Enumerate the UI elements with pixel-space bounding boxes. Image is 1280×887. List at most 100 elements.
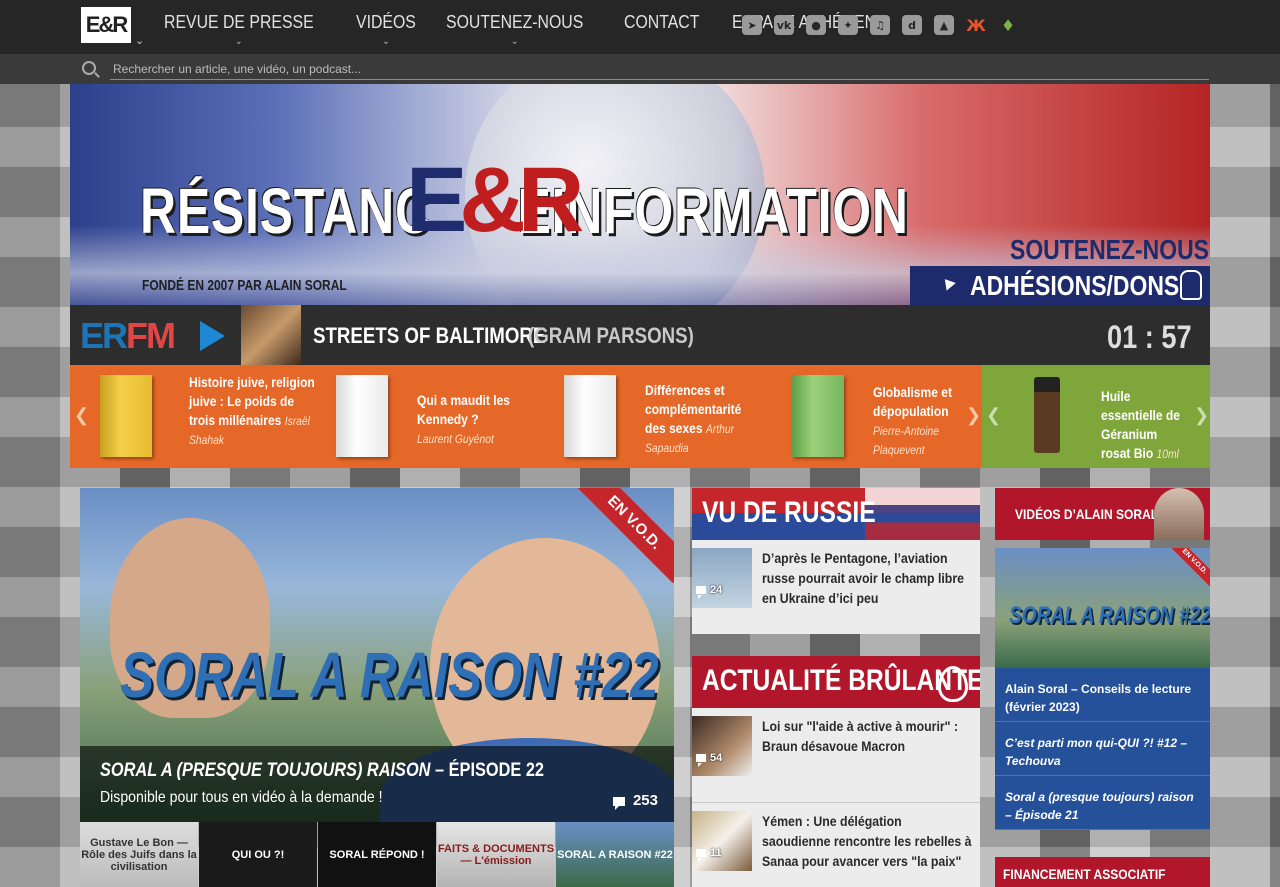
banner-subtitle: FONDÉ EN 2007 PAR ALAIN SORAL — [142, 277, 347, 294]
nav-videos[interactable]: VIDÉOS ⌄ — [356, 12, 416, 47]
comment-icon — [696, 586, 706, 599]
vk-icon[interactable]: vk — [774, 15, 794, 35]
nav-revue-de-presse[interactable]: REVUE DE PRESSE ⌄ — [164, 12, 314, 47]
video-thumbnail[interactable]: FAITS & DOCUMENTS — L'émission — [437, 822, 555, 887]
track-title: STREETS OF BALTIMORE — [313, 323, 546, 348]
russia-header[interactable]: VU DE RUSSIE — [692, 488, 980, 540]
chevron-right-icon[interactable]: ❯ — [966, 405, 981, 426]
chevron-down-icon[interactable]: ⌄ — [135, 34, 144, 47]
soral-videos-section: VIDÉOS D’ALAIN SORAL SORAL A RAISON #22 … — [995, 488, 1210, 830]
soral-videos-header[interactable]: VIDÉOS D’ALAIN SORAL — [995, 488, 1210, 540]
hot-news-section: ACTUALITÉ BRÛLANTE 54 Loi sur "l'aide à … — [692, 656, 980, 887]
book-cover — [336, 375, 388, 457]
comment-icon — [612, 797, 625, 810]
video-thumbnail[interactable]: SORAL RÉPOND ! — [318, 822, 436, 887]
nav-contact[interactable]: CONTACT — [624, 12, 699, 33]
carousel-item[interactable]: Huile essentielle de Géranium rosat Bio … — [1034, 365, 1194, 468]
chevron-down-icon: ⌄ — [382, 36, 390, 47]
author-portrait — [1154, 488, 1204, 540]
donate-button[interactable]: ADHÉSIONS/DONS — [910, 266, 1210, 305]
chevron-right-icon[interactable]: ❯ — [1194, 405, 1209, 426]
book-cover — [564, 375, 616, 457]
track-timer: 01 : 57 — [1107, 319, 1192, 355]
social-links: ➤ vk ● ✦ ♫ d ▲ Ж ♦ — [742, 15, 1018, 35]
carousel-item-title: Globalisme et dépopulation Pierre-Antoine… — [873, 384, 952, 457]
banner-er-logo: E&R — [406, 149, 584, 251]
news-title[interactable]: D’après le Pentagone, l’aviation russe p… — [762, 548, 973, 608]
video-thumbnail[interactable]: SORAL A RAISON #22 — [556, 822, 674, 887]
track-artist: (GRAM PARSONS) — [528, 323, 694, 348]
hot-news-header[interactable]: ACTUALITÉ BRÛLANTE — [692, 656, 980, 708]
news-image — [692, 548, 752, 608]
carousel-item[interactable]: Qui a maudit les Kennedy ? Laurent Guyéno… — [336, 365, 546, 468]
comment-icon — [696, 754, 706, 767]
carousel-item[interactable]: Différences et complémentarité des sexes… — [564, 365, 774, 468]
feature-caption: SORAL A (PRESQUE TOUJOURS) RAISON – ÉPIS… — [80, 746, 674, 822]
video-thumbnail[interactable]: QUI OU ?! — [199, 822, 317, 887]
chevron-down-icon: ⌄ — [235, 36, 243, 47]
comment-count[interactable]: 253 — [612, 792, 658, 810]
odysee-icon[interactable]: ● — [806, 15, 826, 35]
shop-carousel: ❮ Histoire juive, religion juive : Le po… — [70, 365, 1210, 468]
financing-header[interactable]: FINANCEMENT ASSOCIATIF — [995, 857, 1210, 887]
carousel-item-title: Huile essentielle de Géranium rosat Bio … — [1101, 388, 1180, 461]
soral-video-link[interactable]: Alain Soral – Conseils de lecture (févri… — [995, 668, 1210, 722]
financing-title: FINANCEMENT ASSOCIATIF — [1003, 866, 1166, 882]
album-cover — [241, 305, 301, 365]
gab-icon[interactable]: ✦ — [838, 15, 858, 35]
book-cover — [100, 375, 152, 457]
radio-player: ERFM STREETS OF BALTIMORE (GRAM PARSONS)… — [70, 305, 1210, 365]
brave-icon[interactable]: ▲ — [934, 15, 954, 35]
news-item[interactable]: 24 D’après le Pentagone, l’aviation russ… — [692, 540, 980, 630]
news-image — [692, 811, 752, 871]
carousel-item[interactable]: Globalisme et dépopulation Pierre-Antoine… — [792, 365, 992, 468]
oil-vial — [1034, 377, 1060, 453]
top-navigation: E&R ⌄ REVUE DE PRESSE ⌄ VIDÉOS ⌄ SOUTENEZ-… — [0, 0, 1280, 54]
comment-count: 11 — [696, 847, 722, 862]
nav-soutenez-nous[interactable]: SOUTENEZ-NOUS ⌄ — [446, 12, 583, 47]
erfm-logo[interactable]: ERFM — [80, 315, 176, 357]
comment-count: 24 — [696, 584, 722, 599]
russia-section: VU DE RUSSIE 24 D’après le Pentagone, l’… — [692, 488, 980, 634]
fire-icon — [938, 666, 968, 702]
search-bar — [0, 54, 1280, 84]
banner-support-text[interactable]: SOUTENEZ-NOUS ! — [1010, 234, 1210, 266]
soral-video-link[interactable]: C’est parti mon qui-QUI ?! #12 – Techouv… — [995, 722, 1210, 776]
carousel-item-title: Différences et complémentarité des sexes… — [645, 382, 742, 455]
chevron-left-icon[interactable]: ❮ — [74, 405, 89, 426]
comment-count: 54 — [696, 752, 722, 767]
news-title[interactable]: Yémen : Une délégation saoudienne rencon… — [762, 811, 973, 871]
carousel-item-title: Histoire juive, religion juive : Le poid… — [189, 374, 315, 447]
carousel-item[interactable]: Histoire juive, religion juive : Le poid… — [100, 365, 320, 468]
video-thumbnails: Gustave Le Bon — Rôle des Juifs dans la … — [80, 822, 674, 887]
hand-pointer-icon — [1180, 270, 1202, 300]
telegram-icon[interactable]: ➤ — [742, 15, 762, 35]
soral-video-thumbnail[interactable]: SORAL A RAISON #22 EN V.O.D. — [995, 548, 1210, 668]
tiktok-icon[interactable]: ♫ — [870, 15, 890, 35]
search-input[interactable] — [110, 58, 1209, 80]
feature-subtitle: Disponible pour tous en vidéo à la deman… — [100, 789, 383, 806]
search-icon[interactable] — [82, 61, 96, 75]
thumbnail-label: SORAL A RAISON #22 — [1009, 602, 1210, 629]
hero-banner[interactable]: RÉSISTANC EINFORMATION E&R FONDÉ EN 2007 … — [70, 84, 1210, 305]
vod-ribbon: EN V.O.D. — [1168, 548, 1210, 588]
soral-video-link[interactable]: Soral a (presque toujours) raison – Épis… — [995, 776, 1210, 830]
feature-title[interactable]: SORAL A (PRESQUE TOUJOURS) RAISON – ÉPIS… — [100, 760, 544, 782]
news-item[interactable]: 11 Yémen : Une délégation saoudienne ren… — [692, 803, 980, 887]
video-thumbnail[interactable]: Gustave Le Bon — Rôle des Juifs dans la … — [80, 822, 198, 887]
livejournal-icon[interactable]: Ж — [966, 15, 986, 35]
chevron-down-icon: ⌄ — [511, 36, 519, 47]
play-icon[interactable] — [200, 321, 225, 351]
soral-videos-title: VIDÉOS D’ALAIN SORAL — [1015, 506, 1159, 522]
news-item[interactable]: 54 Loi sur "l'aide à active à mourir" : … — [692, 708, 980, 803]
book-cover — [792, 375, 844, 457]
feature-logo-text: SORAL A RAISON #22 — [120, 639, 659, 711]
news-title[interactable]: Loi sur "l'aide à active à mourir" : Bra… — [762, 716, 973, 756]
featured-video[interactable]: EN V.O.D. SORAL A RAISON #22 SORAL A (PR… — [80, 488, 674, 822]
chevron-left-icon[interactable]: ❮ — [986, 405, 1001, 426]
site-logo[interactable]: E&R — [81, 7, 131, 43]
news-image — [692, 716, 752, 776]
carousel-item-title: Qui a maudit les Kennedy ? Laurent Guyéno… — [417, 392, 511, 446]
dlive-icon[interactable]: d — [902, 15, 922, 35]
rumble-icon[interactable]: ♦ — [998, 15, 1018, 35]
